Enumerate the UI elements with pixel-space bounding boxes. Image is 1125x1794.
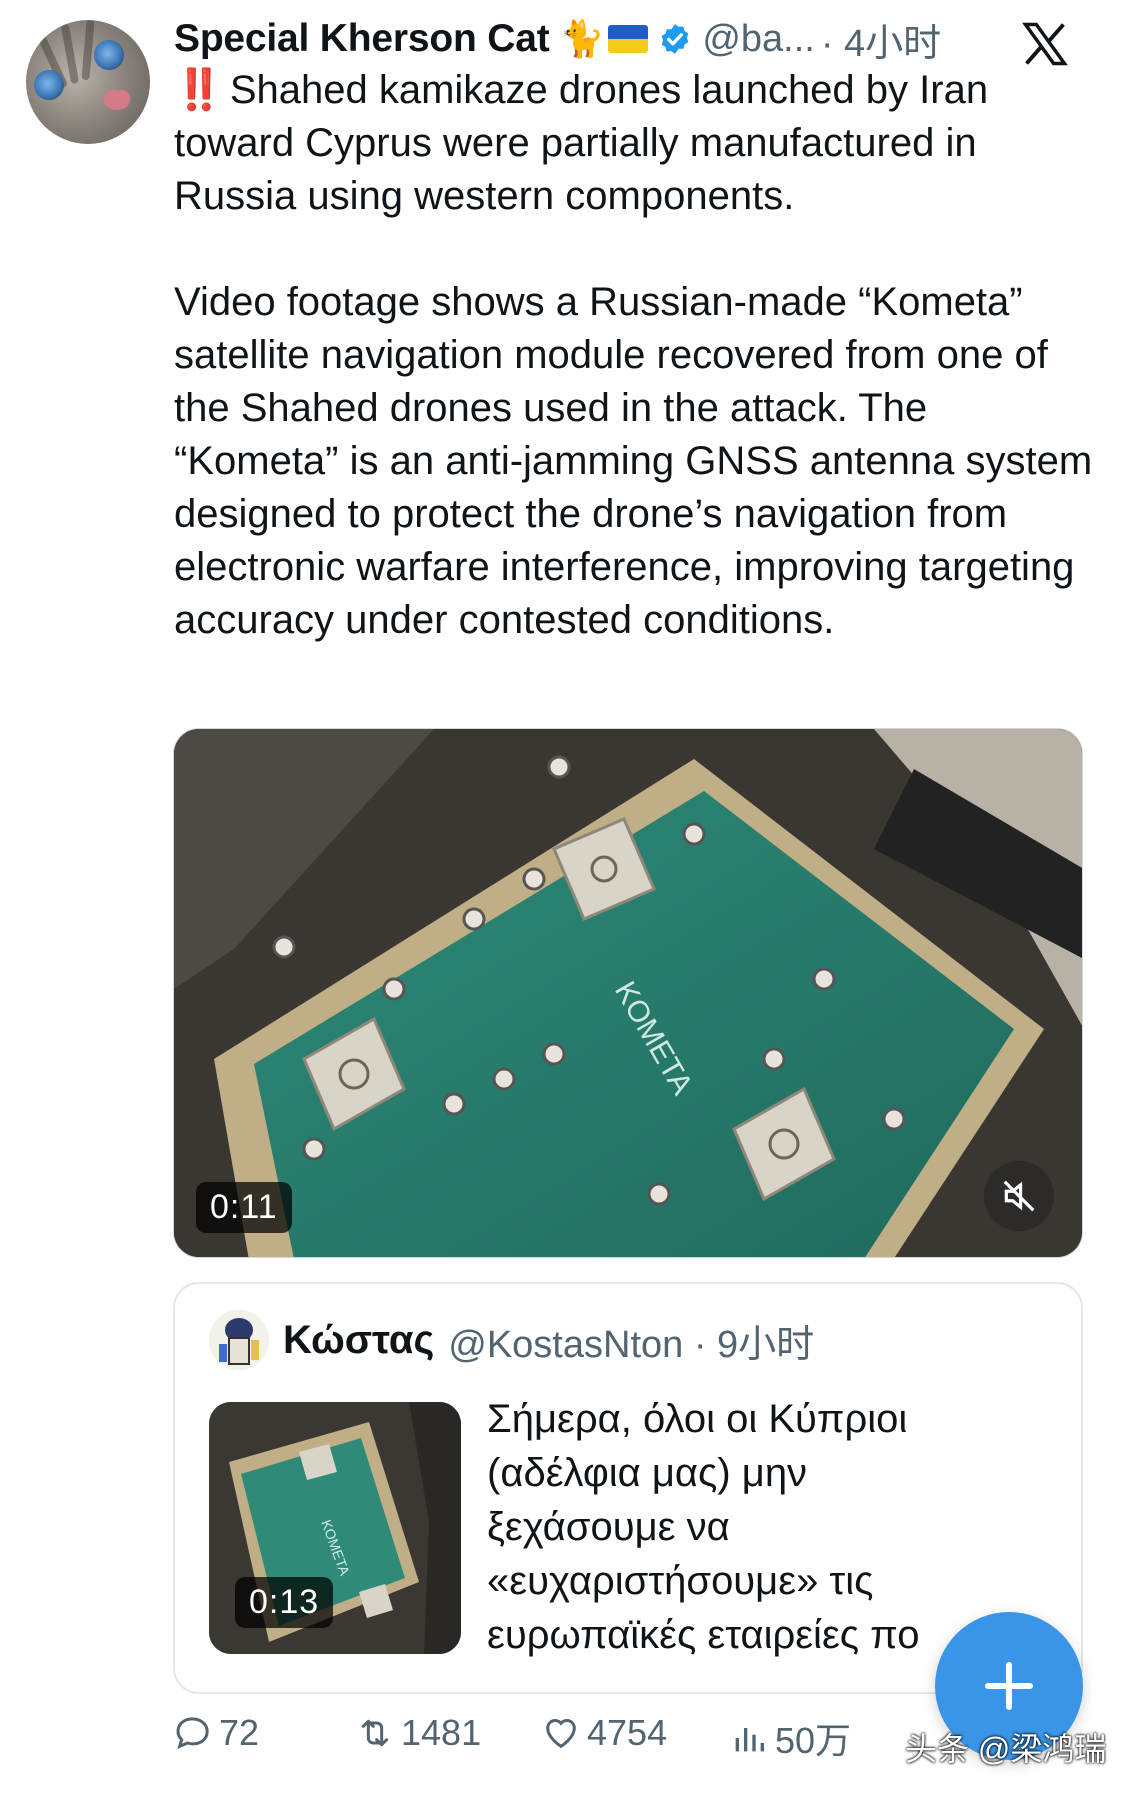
quoted-text-line: (αδέλφια μας) μην xyxy=(487,1451,808,1495)
analytics-icon xyxy=(735,1728,764,1752)
cat-eye-left xyxy=(34,70,64,100)
quoted-tweet[interactable]: Κώστας @KostasNton · 9小时 KOMETA 0:13 Σήμ… xyxy=(173,1282,1083,1694)
retweet-count: 1481 xyxy=(401,1712,482,1753)
author-handle[interactable]: @ba... xyxy=(702,18,815,61)
cat-emoji-icon: 🐈 xyxy=(559,18,605,59)
heart-icon xyxy=(546,1719,576,1749)
speaker-muted-icon xyxy=(1003,1180,1035,1212)
tweet-paragraph-1: ‼️ Shahed kamikaze drones launched by Ira… xyxy=(174,68,989,218)
video-duration: 0:11 xyxy=(196,1182,292,1233)
watermark: 头条 @梁鸿瑞 xyxy=(905,1731,1107,1767)
quoted-text-line: ξεχάσουμε να xyxy=(487,1505,730,1549)
retweet-icon xyxy=(361,1719,389,1747)
tweet-text: ‼️ Shahed kamikaze drones launched by Ira… xyxy=(174,64,1094,700)
like-count: 4754 xyxy=(587,1712,668,1753)
x-logo-icon[interactable] xyxy=(1019,18,1071,70)
mute-button[interactable] xyxy=(984,1161,1054,1231)
verified-badge-icon xyxy=(661,24,689,54)
quoted-video-thumbnail[interactable]: KOMETA 0:13 xyxy=(209,1402,461,1654)
quoted-text-line: Σήμερα, όλοι οι Κύπριοι xyxy=(487,1397,908,1441)
cat-eye-right xyxy=(94,40,124,70)
video-player[interactable]: KOMETA 0:11 xyxy=(173,728,1083,1258)
quoted-text-line: «ευχαριστήσουμε» τις xyxy=(487,1559,874,1603)
reply-count: 72 xyxy=(219,1712,260,1753)
quoted-author-handle[interactable]: @KostasNton · 9小时 xyxy=(448,1313,814,1368)
quoted-author-avatar[interactable] xyxy=(209,1310,269,1370)
quoted-video-duration: 0:13 xyxy=(235,1577,334,1628)
quoted-author-name[interactable]: Κώστας xyxy=(283,1318,434,1363)
post-time[interactable]: · 4小时 xyxy=(821,12,941,67)
quoted-tweet-header: Κώστας @KostasNton · 9小时 xyxy=(209,1310,814,1370)
reply-icon xyxy=(176,1717,209,1749)
ukraine-flag-icon xyxy=(608,25,649,53)
views-button[interactable]: 50万 xyxy=(729,1712,851,1764)
tweet-paragraph-2: Video footage shows a Russian-made “Kome… xyxy=(174,280,1093,642)
cat-nose xyxy=(104,90,130,110)
video-frame: KOMETA xyxy=(174,729,1082,1257)
author-avatar[interactable] xyxy=(26,20,150,144)
reply-button[interactable]: 72 xyxy=(173,1712,259,1754)
like-button[interactable]: 4754 xyxy=(541,1712,667,1754)
tweet-card: Special Kherson Cat 🐈 @ba... · 4小时 ‼️ Sha… xyxy=(0,0,1125,1794)
views-count: 50万 xyxy=(775,1720,852,1761)
cartoon-avatar-icon xyxy=(209,1310,269,1370)
tweet-header: Special Kherson Cat 🐈 @ba... · 4小时 xyxy=(174,12,941,67)
author-name[interactable]: Special Kherson Cat xyxy=(174,17,550,61)
retweet-button[interactable]: 1481 xyxy=(355,1712,481,1754)
double-exclamation-icon: ‼️ xyxy=(174,68,224,112)
plus-icon xyxy=(984,1661,1034,1711)
